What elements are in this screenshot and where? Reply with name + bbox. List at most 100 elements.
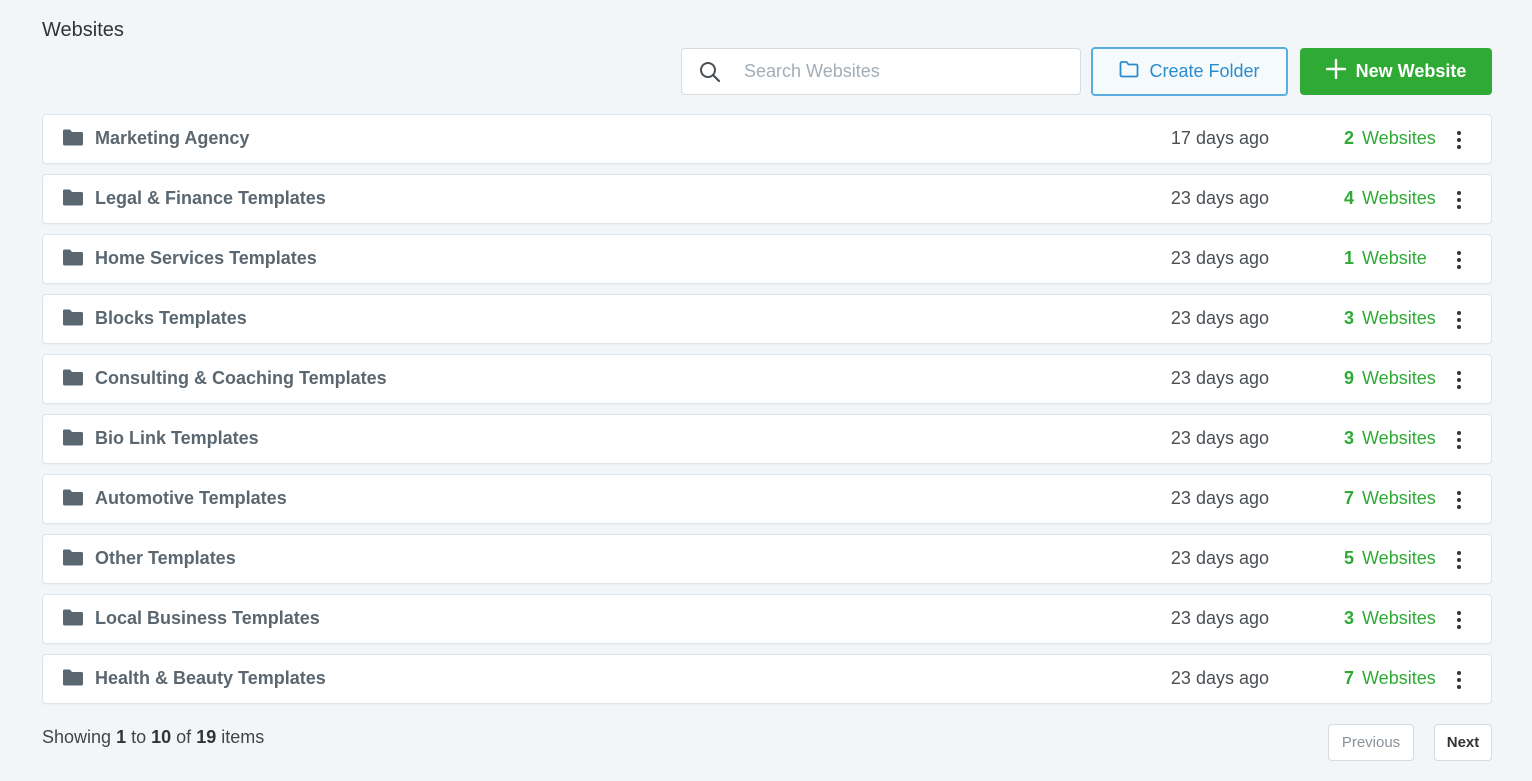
search-input[interactable] bbox=[744, 61, 1044, 82]
folder-list: Marketing Agency 17 days ago 2 Websites L… bbox=[42, 114, 1492, 714]
folder-website-count[interactable]: 1 Website bbox=[1344, 248, 1427, 269]
folder-updated: 23 days ago bbox=[1170, 248, 1269, 268]
folder-name[interactable]: Automotive Templates bbox=[95, 488, 287, 509]
folder-updated: 23 days ago bbox=[1170, 608, 1269, 628]
folder-website-count[interactable]: 4 Websites bbox=[1344, 188, 1436, 209]
summary-of-word: of bbox=[176, 727, 192, 747]
folder-row[interactable]: Home Services Templates 23 days ago 1 Web… bbox=[42, 234, 1492, 284]
folder-name[interactable]: Legal & Finance Templates bbox=[95, 188, 326, 209]
summary-to: 10 bbox=[151, 727, 172, 747]
kebab-menu-icon[interactable] bbox=[1449, 247, 1469, 273]
count-number: 3 bbox=[1344, 608, 1355, 628]
folder-updated: 23 days ago bbox=[1170, 668, 1269, 688]
folder-updated: 17 days ago bbox=[1170, 128, 1269, 148]
folder-icon bbox=[63, 309, 83, 331]
folder-icon bbox=[63, 129, 83, 151]
count-number: 2 bbox=[1344, 128, 1355, 148]
kebab-menu-icon[interactable] bbox=[1449, 187, 1469, 213]
folder-name[interactable]: Health & Beauty Templates bbox=[95, 668, 326, 689]
folder-name[interactable]: Blocks Templates bbox=[95, 308, 247, 329]
folder-updated: 23 days ago bbox=[1170, 548, 1269, 568]
folder-row[interactable]: Marketing Agency 17 days ago 2 Websites bbox=[42, 114, 1492, 164]
count-unit: Websites bbox=[1362, 428, 1436, 448]
folder-icon bbox=[63, 369, 83, 391]
kebab-menu-icon[interactable] bbox=[1449, 367, 1469, 393]
create-folder-label: Create Folder bbox=[1149, 61, 1260, 81]
folder-name[interactable]: Home Services Templates bbox=[95, 248, 317, 269]
folder-icon bbox=[63, 189, 83, 211]
folder-name[interactable]: Other Templates bbox=[95, 548, 236, 569]
count-number: 4 bbox=[1344, 188, 1355, 208]
count-unit: Websites bbox=[1362, 608, 1436, 628]
count-unit: Websites bbox=[1362, 308, 1436, 328]
count-number: 7 bbox=[1344, 668, 1355, 688]
folder-updated: 23 days ago bbox=[1170, 188, 1269, 208]
count-number: 3 bbox=[1344, 428, 1355, 448]
count-unit: Websites bbox=[1362, 188, 1436, 208]
summary-to-word: to bbox=[131, 727, 147, 747]
folder-icon bbox=[63, 549, 83, 571]
folder-name[interactable]: Bio Link Templates bbox=[95, 428, 259, 449]
count-unit: Websites bbox=[1362, 128, 1436, 148]
pagination-summary: Showing 1 to 10 of 19 items bbox=[42, 727, 264, 748]
search-icon bbox=[682, 61, 738, 83]
summary-from: 1 bbox=[116, 727, 127, 747]
folder-icon bbox=[63, 489, 83, 511]
folder-website-count[interactable]: 7 Websites bbox=[1344, 668, 1436, 689]
kebab-menu-icon[interactable] bbox=[1449, 427, 1469, 453]
folder-name[interactable]: Consulting & Coaching Templates bbox=[95, 368, 387, 389]
folder-icon bbox=[63, 669, 83, 691]
kebab-menu-icon[interactable] bbox=[1449, 667, 1469, 693]
next-page-button[interactable]: Next bbox=[1434, 724, 1492, 761]
folder-updated: 23 days ago bbox=[1170, 488, 1269, 508]
folder-website-count[interactable]: 3 Websites bbox=[1344, 308, 1436, 329]
count-unit: Website bbox=[1362, 248, 1427, 268]
folder-name[interactable]: Local Business Templates bbox=[95, 608, 320, 629]
count-unit: Websites bbox=[1362, 368, 1436, 388]
folder-row[interactable]: Automotive Templates 23 days ago 7 Websit… bbox=[42, 474, 1492, 524]
count-unit: Websites bbox=[1362, 488, 1436, 508]
summary-total: 19 bbox=[196, 727, 217, 747]
folder-row[interactable]: Health & Beauty Templates 23 days ago 7W… bbox=[42, 654, 1492, 704]
count-unit: Websites bbox=[1362, 548, 1436, 568]
folder-updated: 23 days ago bbox=[1170, 308, 1269, 328]
folder-row[interactable]: Local Business Templates 23 days ago 3 We… bbox=[42, 594, 1492, 644]
count-number: 1 bbox=[1344, 248, 1355, 268]
folder-website-count[interactable]: 3 Websites bbox=[1344, 608, 1436, 629]
summary-prefix: Showing bbox=[42, 727, 112, 747]
folder-website-count[interactable]: 5 Websites bbox=[1344, 548, 1436, 569]
folder-website-count[interactable]: 2 Websites bbox=[1344, 128, 1436, 149]
new-website-label: New Website bbox=[1355, 61, 1467, 81]
folder-updated: 23 days ago bbox=[1170, 428, 1269, 448]
folder-outline-icon bbox=[1119, 60, 1139, 83]
folder-row[interactable]: Blocks Templates 23 days ago 3 Websites bbox=[42, 294, 1492, 344]
count-number: 5 bbox=[1344, 548, 1355, 568]
plus-icon bbox=[1325, 58, 1346, 84]
folder-website-count[interactable]: 3 Websites bbox=[1344, 428, 1436, 449]
folder-name[interactable]: Marketing Agency bbox=[95, 128, 249, 149]
kebab-menu-icon[interactable] bbox=[1449, 547, 1469, 573]
folder-icon bbox=[63, 429, 83, 451]
new-website-button[interactable]: New Website bbox=[1300, 48, 1492, 95]
folder-website-count[interactable]: 9 Websites bbox=[1344, 368, 1436, 389]
summary-suffix: items bbox=[221, 727, 265, 747]
kebab-menu-icon[interactable] bbox=[1449, 307, 1469, 333]
count-number: 3 bbox=[1344, 308, 1355, 328]
kebab-menu-icon[interactable] bbox=[1449, 487, 1469, 513]
folder-row[interactable]: Other Templates 23 days ago 5 Websites bbox=[42, 534, 1492, 584]
kebab-menu-icon[interactable] bbox=[1449, 607, 1469, 633]
folder-icon bbox=[63, 609, 83, 631]
count-unit: Websites bbox=[1362, 668, 1436, 688]
search-box[interactable] bbox=[681, 48, 1081, 95]
folder-website-count[interactable]: 7 Websites bbox=[1344, 488, 1436, 509]
count-number: 9 bbox=[1344, 368, 1355, 388]
folder-row[interactable]: Bio Link Templates 23 days ago 3 Websites bbox=[42, 414, 1492, 464]
folder-icon bbox=[63, 249, 83, 271]
folder-updated: 23 days ago bbox=[1170, 368, 1269, 388]
previous-page-button[interactable]: Previous bbox=[1328, 724, 1414, 761]
create-folder-button[interactable]: Create Folder bbox=[1091, 47, 1288, 96]
kebab-menu-icon[interactable] bbox=[1449, 127, 1469, 153]
folder-row[interactable]: Consulting & Coaching Templates 23 days … bbox=[42, 354, 1492, 404]
count-number: 7 bbox=[1344, 488, 1355, 508]
folder-row[interactable]: Legal & Finance Templates 23 days ago 4W… bbox=[42, 174, 1492, 224]
